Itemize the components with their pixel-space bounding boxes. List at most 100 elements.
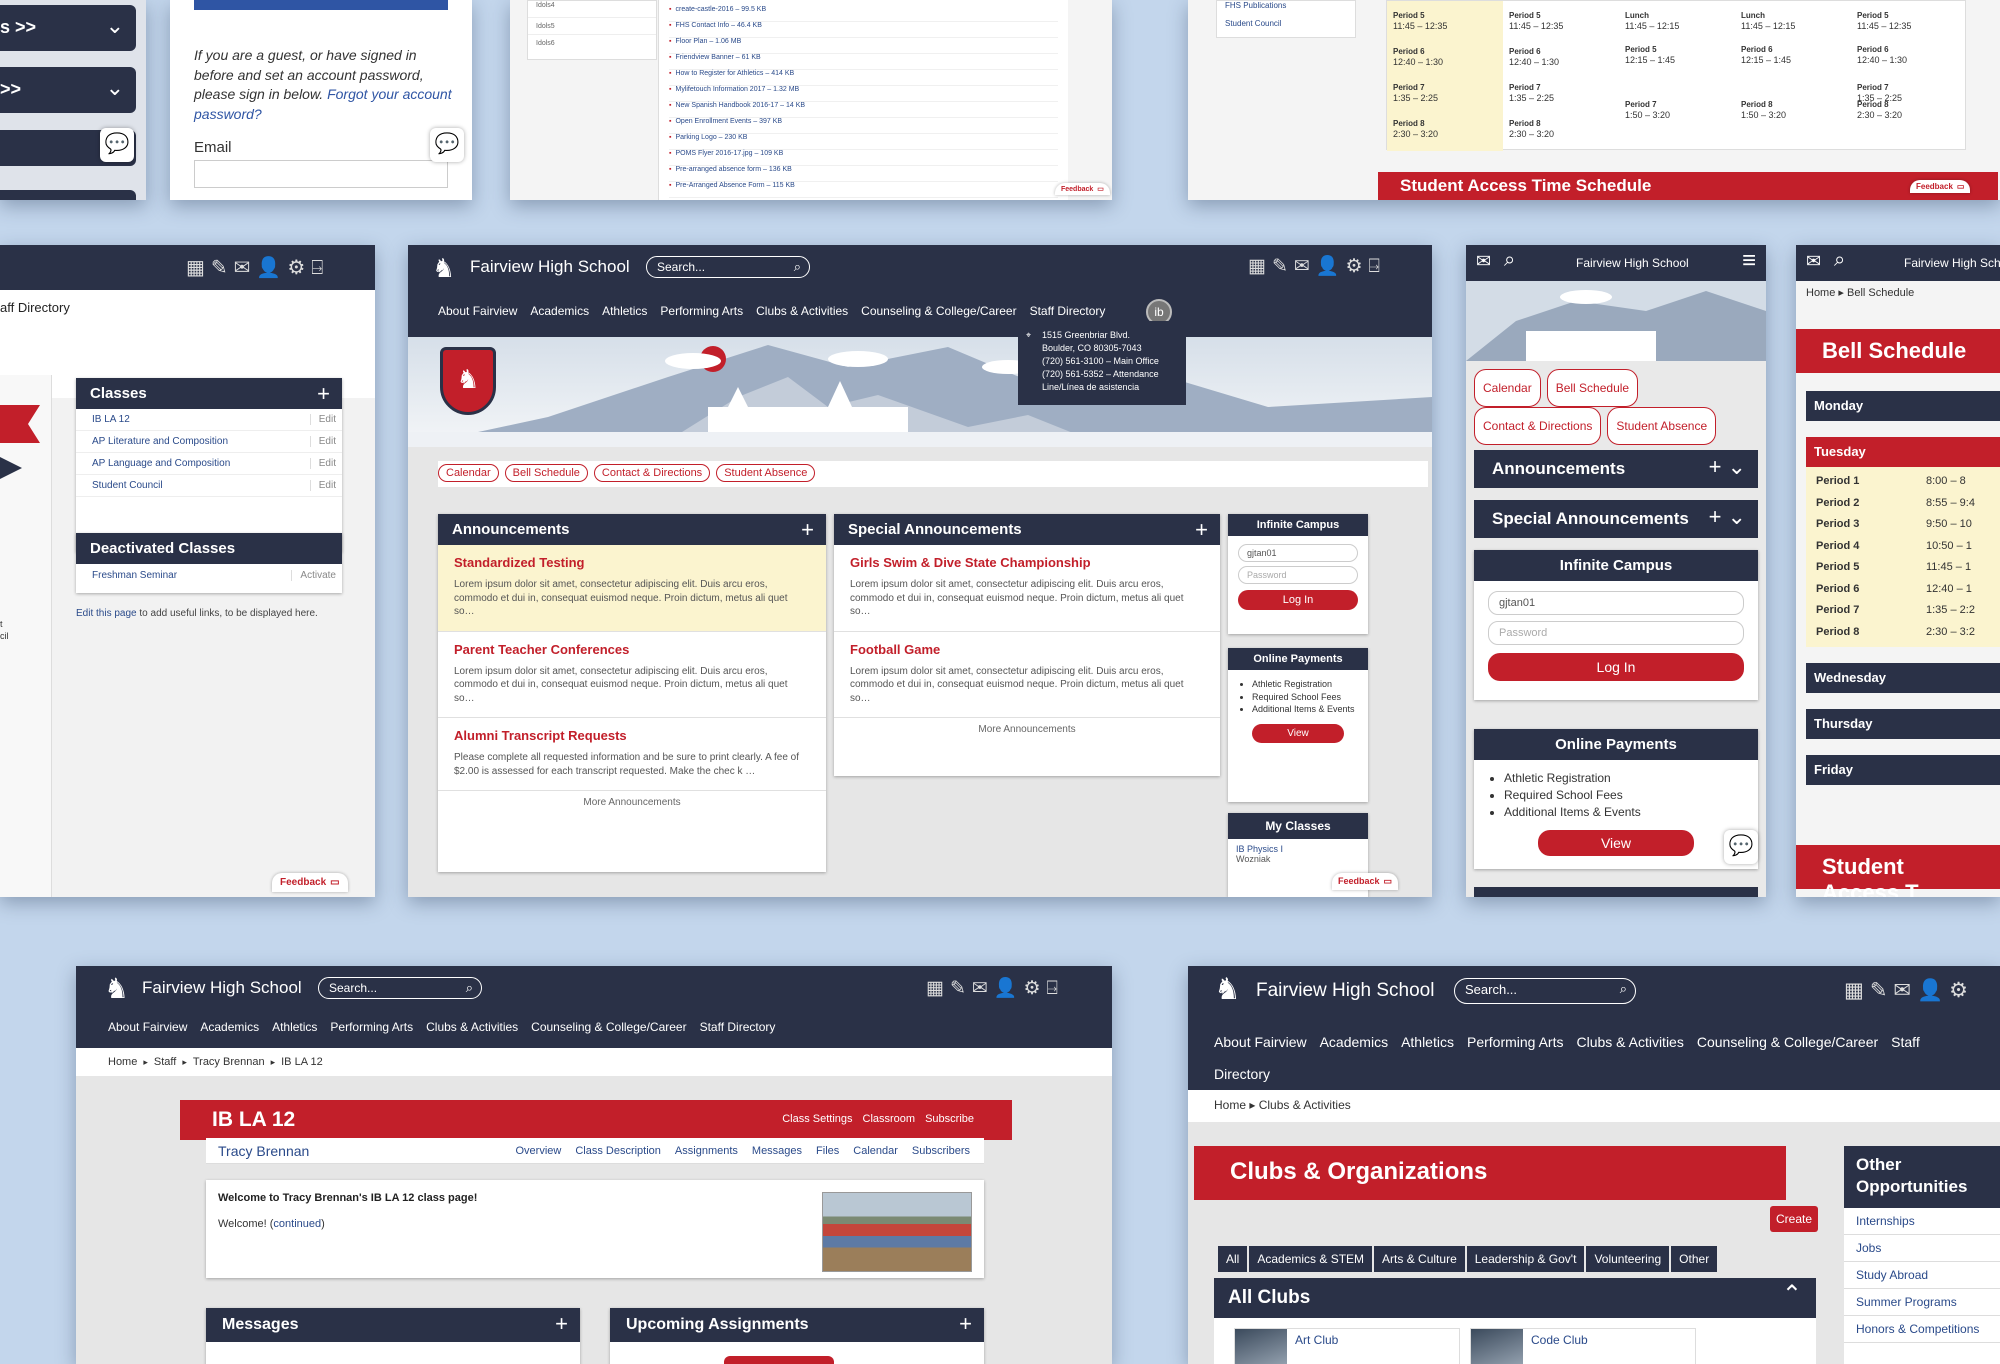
- folder-item[interactable]: Idols5: [528, 18, 656, 35]
- mobile-announcements[interactable]: Announcements + ⌄: [1474, 450, 1758, 488]
- announcement-item[interactable]: Standardized Testing Lorem ipsum dolor si…: [438, 545, 826, 632]
- nav-item[interactable]: Academics: [530, 304, 589, 318]
- feedback-chat-icon[interactable]: 💬: [430, 128, 464, 162]
- nav-item[interactable]: About Fairview: [108, 1020, 187, 1034]
- folder-item[interactable]: Idols6: [528, 35, 656, 52]
- nav-item[interactable]: Staff Directory: [1030, 304, 1106, 318]
- login-button-top[interactable]: [194, 0, 448, 10]
- crumb-page[interactable]: Clubs & Activities: [1259, 1098, 1351, 1112]
- file-row[interactable]: ▪ Pre-arranged absence form – 136 KB: [669, 166, 1058, 182]
- nav-item[interactable]: Staff Directory: [700, 1020, 776, 1034]
- attendance-phone[interactable]: (720) 561-5352 – Attendance: [1042, 368, 1176, 381]
- day-wednesday[interactable]: Wednesday: [1806, 663, 2000, 693]
- toolbar-icons[interactable]: ▦✎✉👤⚙⍈: [186, 255, 329, 280]
- feedback-chat-icon[interactable]: 💬: [100, 128, 134, 162]
- file-row[interactable]: ▪ Parking Logo – 230 KB: [669, 134, 1058, 150]
- day-tuesday[interactable]: Tuesday: [1806, 437, 2000, 467]
- file-row[interactable]: ▪ New Spanish Handbook 2016-17 – 14 KB: [669, 102, 1058, 118]
- plus-icon[interactable]: +: [555, 1311, 568, 1337]
- feedback-button[interactable]: Feedback ▭: [1910, 180, 1971, 193]
- search-icon[interactable]: ⌕: [1504, 249, 1515, 272]
- nav-item[interactable]: Clubs & Activities: [426, 1020, 518, 1034]
- nav-item[interactable]: Performing Arts: [1467, 1034, 1563, 1050]
- quick-link-pill[interactable]: Bell Schedule: [1546, 369, 1639, 407]
- payment-item[interactable]: Athletic Registration: [1252, 678, 1362, 691]
- login-button[interactable]: Log In: [1238, 590, 1358, 610]
- edit-link[interactable]: Edit: [309, 458, 336, 469]
- view-button[interactable]: View: [1252, 723, 1344, 743]
- bell-school-name[interactable]: Fairview High School: [1904, 256, 2000, 270]
- username-field[interactable]: gjtan01: [1238, 544, 1358, 562]
- day-friday[interactable]: Friday: [1806, 755, 2000, 785]
- password-field[interactable]: Password: [1238, 566, 1358, 584]
- deactivated-class[interactable]: Freshman Seminar: [92, 570, 177, 581]
- announcement-title[interactable]: Parent Teacher Conferences: [454, 642, 810, 657]
- quick-link-pill[interactable]: Calendar: [438, 464, 499, 482]
- school-name[interactable]: Fairview High School: [1256, 980, 1434, 1002]
- quick-link-pill[interactable]: Student Absence: [1607, 407, 1717, 445]
- class-tab[interactable]: Assignments: [675, 1145, 738, 1157]
- my-class-item[interactable]: IB Physics I: [1228, 839, 1368, 854]
- nav-item[interactable]: Academics: [1320, 1034, 1388, 1050]
- announcement-item[interactable]: Parent Teacher Conferences Lorem ipsum do…: [438, 632, 826, 718]
- crumb-home[interactable]: Home: [1214, 1098, 1246, 1112]
- club-card[interactable]: Art Club: [1234, 1328, 1460, 1364]
- menu-item-2[interactable]: >> ⌄: [0, 67, 136, 113]
- mobile-password-field[interactable]: Password: [1488, 621, 1744, 645]
- payment-item[interactable]: Additional Items & Events: [1504, 804, 1746, 821]
- staff-directory-link[interactable]: aff Directory: [0, 300, 70, 315]
- search-icon[interactable]: ⌕: [1620, 981, 1627, 997]
- day-monday[interactable]: Monday: [1806, 391, 2000, 421]
- file-row[interactable]: ▪ Friendview Banner – 61 KB: [669, 54, 1058, 70]
- nav-item[interactable]: Counseling & College/Career: [531, 1020, 686, 1034]
- quick-link-pill[interactable]: Student Absence: [716, 464, 816, 482]
- toolbar-icons[interactable]: ▦✎✉👤⚙: [1844, 978, 1974, 1003]
- file-row[interactable]: ▪ POMS Flyer 2016-17.jpg – 109 KB: [669, 150, 1058, 166]
- club-category-tab[interactable]: Arts & Culture: [1374, 1246, 1465, 1272]
- feedback-button[interactable]: Feedback ▭: [1332, 873, 1399, 890]
- file-row[interactable]: ▪ Open Enrollment Events – 397 KB: [669, 118, 1058, 134]
- plus-icon[interactable]: +: [801, 517, 814, 543]
- file-row[interactable]: ▪ How to Register for Athletics – 414 KB: [669, 70, 1058, 86]
- nav-item[interactable]: Performing Arts: [660, 304, 743, 318]
- menu-item-1[interactable]: s >> ⌄: [0, 5, 136, 51]
- search-icon[interactable]: ⌕: [1834, 249, 1845, 272]
- other-opportunity-link[interactable]: Honors & Competitions: [1844, 1316, 2000, 1343]
- crumb-item[interactable]: Tracy Brennan: [193, 1056, 265, 1068]
- class-link[interactable]: IB LA 12: [92, 414, 130, 425]
- announcement-title[interactable]: Football Game: [850, 642, 1204, 657]
- class-tab[interactable]: Messages: [752, 1145, 802, 1157]
- class-tab[interactable]: Subscribers: [912, 1145, 970, 1157]
- file-row[interactable]: ▪ FHS Contact Info – 46.4 KB: [669, 22, 1058, 38]
- file-row[interactable]: ▪ Pre-Arranged Absence Form – 115 KB: [669, 182, 1058, 198]
- activate-link[interactable]: Activate: [291, 570, 336, 581]
- feedback-button[interactable]: Feedback ▭: [1055, 183, 1110, 195]
- crumb-item[interactable]: Staff: [154, 1056, 176, 1068]
- announcement-title[interactable]: Girls Swim & Dive State Championship: [850, 555, 1204, 570]
- nav-item[interactable]: Academics: [200, 1020, 259, 1034]
- class-tab[interactable]: Files: [816, 1145, 839, 1157]
- school-name[interactable]: Fairview High School: [470, 257, 630, 277]
- teacher-name[interactable]: Tracy Brennan: [218, 1143, 309, 1159]
- file-row[interactable]: ▪ Mylifetouch Information 2017 – 1.32 MB: [669, 86, 1058, 102]
- edit-link[interactable]: Edit: [309, 480, 336, 491]
- student-council-link[interactable]: Student Council: [1217, 15, 1355, 32]
- other-opportunity-link[interactable]: Internships: [1844, 1208, 2000, 1235]
- mobile-username-field[interactable]: gjtan01: [1488, 591, 1744, 615]
- class-action-link[interactable]: Classroom: [863, 1113, 916, 1125]
- nav-item[interactable]: Athletics: [272, 1020, 317, 1034]
- pubs-link[interactable]: FHS Publications: [1217, 1, 1355, 15]
- folder-item[interactable]: Idols4: [528, 1, 656, 18]
- class-tab[interactable]: Overview: [515, 1145, 561, 1157]
- day-thursday[interactable]: Thursday: [1806, 709, 2000, 739]
- toolbar-icons[interactable]: ▦✎✉👤⚙⍈: [1248, 254, 1386, 278]
- mail-icon[interactable]: ✉: [1806, 251, 1821, 272]
- nav-item[interactable]: Athletics: [1401, 1034, 1454, 1050]
- crumb-page[interactable]: Bell Schedule: [1847, 287, 1914, 299]
- email-field[interactable]: [194, 160, 448, 188]
- continued-link[interactable]: continued: [273, 1218, 321, 1230]
- class-link[interactable]: AP Literature and Composition: [92, 436, 228, 447]
- announcement-item[interactable]: Girls Swim & Dive State Championship Lore…: [834, 545, 1220, 632]
- mail-icon[interactable]: ✉: [1476, 251, 1491, 272]
- other-opportunity-link[interactable]: Summer Programs: [1844, 1289, 2000, 1316]
